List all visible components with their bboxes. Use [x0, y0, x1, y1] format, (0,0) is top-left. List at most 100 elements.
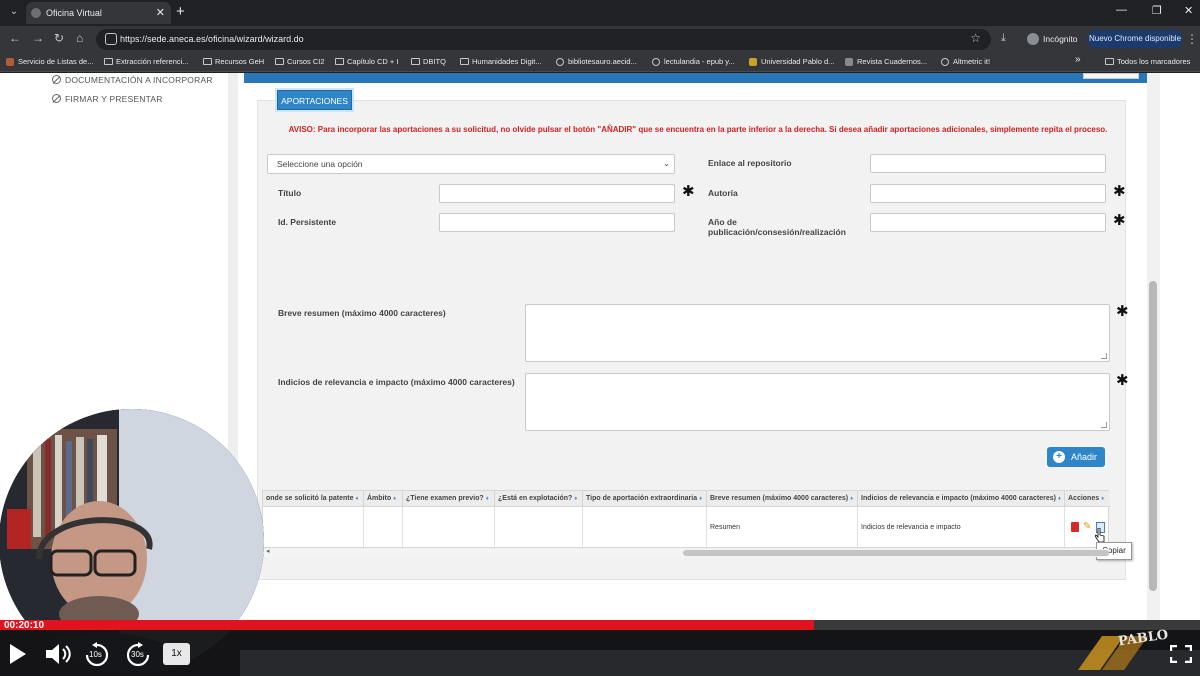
table-scroll-thumb[interactable]: [683, 550, 1109, 556]
column-header[interactable]: Breve resumen (máximo 4000 caracteres) ♦: [707, 491, 858, 507]
browser-toolbar: ← → ↻ ⌂ https://sede.aneca.es/oficina/wi…: [0, 26, 1200, 52]
star-icon[interactable]: ☆: [970, 31, 981, 45]
site-info-icon[interactable]: [105, 33, 117, 45]
fullscreen-icon[interactable]: [1170, 645, 1192, 663]
bookmark-item[interactable]: Cursos CI2: [275, 52, 325, 72]
play-icon[interactable]: [8, 643, 28, 665]
resumen-textarea[interactable]: [525, 304, 1110, 362]
page-scroll-thumb[interactable]: [1149, 281, 1157, 591]
required-mark: ✱: [1116, 303, 1129, 320]
required-mark: ✱: [682, 183, 695, 200]
table-cell: [364, 507, 403, 549]
globe-icon: [652, 58, 660, 66]
sort-icon: ♦: [355, 496, 359, 502]
maximize-icon[interactable]: ❐: [1152, 4, 1162, 17]
pointer-cursor-icon: [1095, 528, 1105, 543]
resize-grip-icon[interactable]: [1101, 353, 1107, 359]
label-anio: Año de publicación/consesión/realización: [708, 217, 846, 237]
sidebar-item-firmar[interactable]: FIRMAR Y PRESENTAR: [52, 94, 163, 104]
folder-icon: [411, 58, 420, 65]
sort-icon: ♦: [574, 496, 578, 502]
add-button[interactable]: + Añadir: [1047, 447, 1105, 467]
window-close-icon[interactable]: ✕: [1184, 4, 1193, 17]
table-cell: [403, 507, 495, 549]
bookmark-item[interactable]: Servicio de Listas de...: [6, 52, 93, 72]
bookmark-item[interactable]: Altmetric it!: [941, 52, 990, 72]
tab-aportaciones[interactable]: APORTACIONES: [277, 90, 352, 110]
close-icon[interactable]: ✕: [156, 2, 165, 24]
resize-grip-icon[interactable]: [1101, 422, 1107, 428]
bookmark-item[interactable]: Universidad Pablo d...: [749, 52, 834, 72]
label-autoria: Autoría: [708, 188, 738, 198]
scroll-left-arrow-icon[interactable]: ◂: [266, 547, 270, 555]
column-header[interactable]: ¿Está en explotación? ♦: [495, 491, 583, 507]
table-cell: [263, 507, 364, 549]
indicios-textarea[interactable]: [525, 373, 1110, 431]
contribution-type-select[interactable]: Seleccione una opción ⌄: [267, 154, 675, 174]
arrow-right-icon[interactable]: →: [32, 31, 44, 45]
column-header[interactable]: Indicios de relevancia e impacto (máximo…: [858, 491, 1065, 507]
sidebar-item-documentacion[interactable]: DOCUMENTACIÓN A INCORPORAR: [52, 75, 213, 85]
add-button-label: Añadir: [1071, 452, 1098, 462]
anio-input[interactable]: [870, 213, 1106, 232]
column-header[interactable]: Tipo de aportación extraordinaria ♦: [583, 491, 707, 507]
bookmark-item[interactable]: lectulandia - epub y...: [652, 52, 735, 72]
required-mark: ✱: [1113, 212, 1126, 229]
folder-icon: [203, 58, 212, 65]
column-header[interactable]: Acciones ♦: [1065, 491, 1110, 507]
aportaciones-table: onde se solicitó la patente ♦ Ámbito ♦ ¿Ti…: [262, 490, 1110, 549]
bookmark-item[interactable]: Extracción referenci...: [104, 52, 189, 72]
incognito-icon: [1027, 33, 1039, 45]
tab-oficina-virtual[interactable]: Oficina Virtual ✕: [26, 2, 171, 24]
bookmark-item[interactable]: Revista Cuadernos...: [845, 52, 927, 72]
incognito-indicator[interactable]: Incógnito: [1025, 30, 1078, 48]
sort-icon: ♦: [699, 496, 703, 502]
bookmark-item[interactable]: bibliotesauro.aecid...: [556, 52, 637, 72]
chevron-double-right-icon[interactable]: »: [1075, 54, 1081, 65]
sort-icon: ♦: [393, 496, 397, 502]
bookmark-item[interactable]: Recursos GeH: [203, 52, 264, 72]
arrow-left-icon[interactable]: ←: [9, 31, 21, 45]
sort-icon: ♦: [1101, 496, 1105, 502]
trash-icon[interactable]: [1071, 522, 1079, 532]
reload-icon[interactable]: ↻: [54, 31, 64, 45]
bookmark-item[interactable]: Humanidades Digit...: [460, 52, 542, 72]
table-cell: [495, 507, 583, 549]
autoria-input[interactable]: [870, 184, 1106, 203]
playback-speed-button[interactable]: 1x: [163, 643, 190, 665]
home-icon[interactable]: ⌂: [76, 31, 83, 45]
volume-icon[interactable]: [44, 642, 72, 666]
chevron-down-icon: ⌄: [663, 159, 670, 168]
rewind-10-button[interactable]: 10s: [84, 642, 110, 668]
header-strip-button[interactable]: [1083, 73, 1139, 79]
tab-favicon-icon: [31, 8, 41, 18]
sort-icon: ♦: [1057, 496, 1061, 502]
required-mark: ✱: [1113, 183, 1126, 200]
menu-dots-icon[interactable]: ⋮: [1186, 32, 1198, 46]
all-bookmarks[interactable]: Todos los marcadores: [1105, 52, 1190, 72]
column-header[interactable]: Ámbito ♦: [364, 491, 403, 507]
folder-icon: [104, 58, 113, 65]
bookmark-favicon-icon: [6, 58, 14, 66]
bookmark-item[interactable]: DBITQ: [411, 52, 446, 72]
table-cell: [583, 507, 707, 549]
url-text: https://sede.aneca.es/oficina/wizard/wiz…: [120, 34, 304, 44]
tab-search-chevron-icon[interactable]: ⌄: [6, 4, 22, 20]
new-tab-plus-icon[interactable]: +: [176, 3, 185, 21]
chrome-update-button[interactable]: Nuevo Chrome disponible: [1087, 30, 1183, 48]
enlace-input[interactable]: [870, 154, 1106, 173]
download-icon[interactable]: ⤓: [1001, 32, 1006, 45]
column-header[interactable]: ¿Tiene examen previo? ♦: [403, 491, 495, 507]
notice-text: AVISO: Para incorporar las aportaciones …: [288, 125, 1108, 134]
tab-title: Oficina Virtual: [46, 8, 102, 18]
column-header[interactable]: onde se solicitó la patente ♦: [263, 491, 364, 507]
pencil-icon[interactable]: ✎: [1083, 522, 1093, 532]
bookmark-item[interactable]: Capítulo CD + I: [335, 52, 398, 72]
label-enlace: Enlace al repositorio: [708, 158, 792, 168]
address-bar[interactable]: https://sede.aneca.es/oficina/wizard/wiz…: [96, 29, 991, 50]
titulo-input[interactable]: [439, 184, 675, 203]
sort-icon: ♦: [485, 496, 489, 502]
id-persistente-input[interactable]: [439, 213, 675, 232]
minimize-icon[interactable]: —: [1116, 4, 1127, 16]
forward-30-button[interactable]: 30s: [125, 642, 151, 668]
